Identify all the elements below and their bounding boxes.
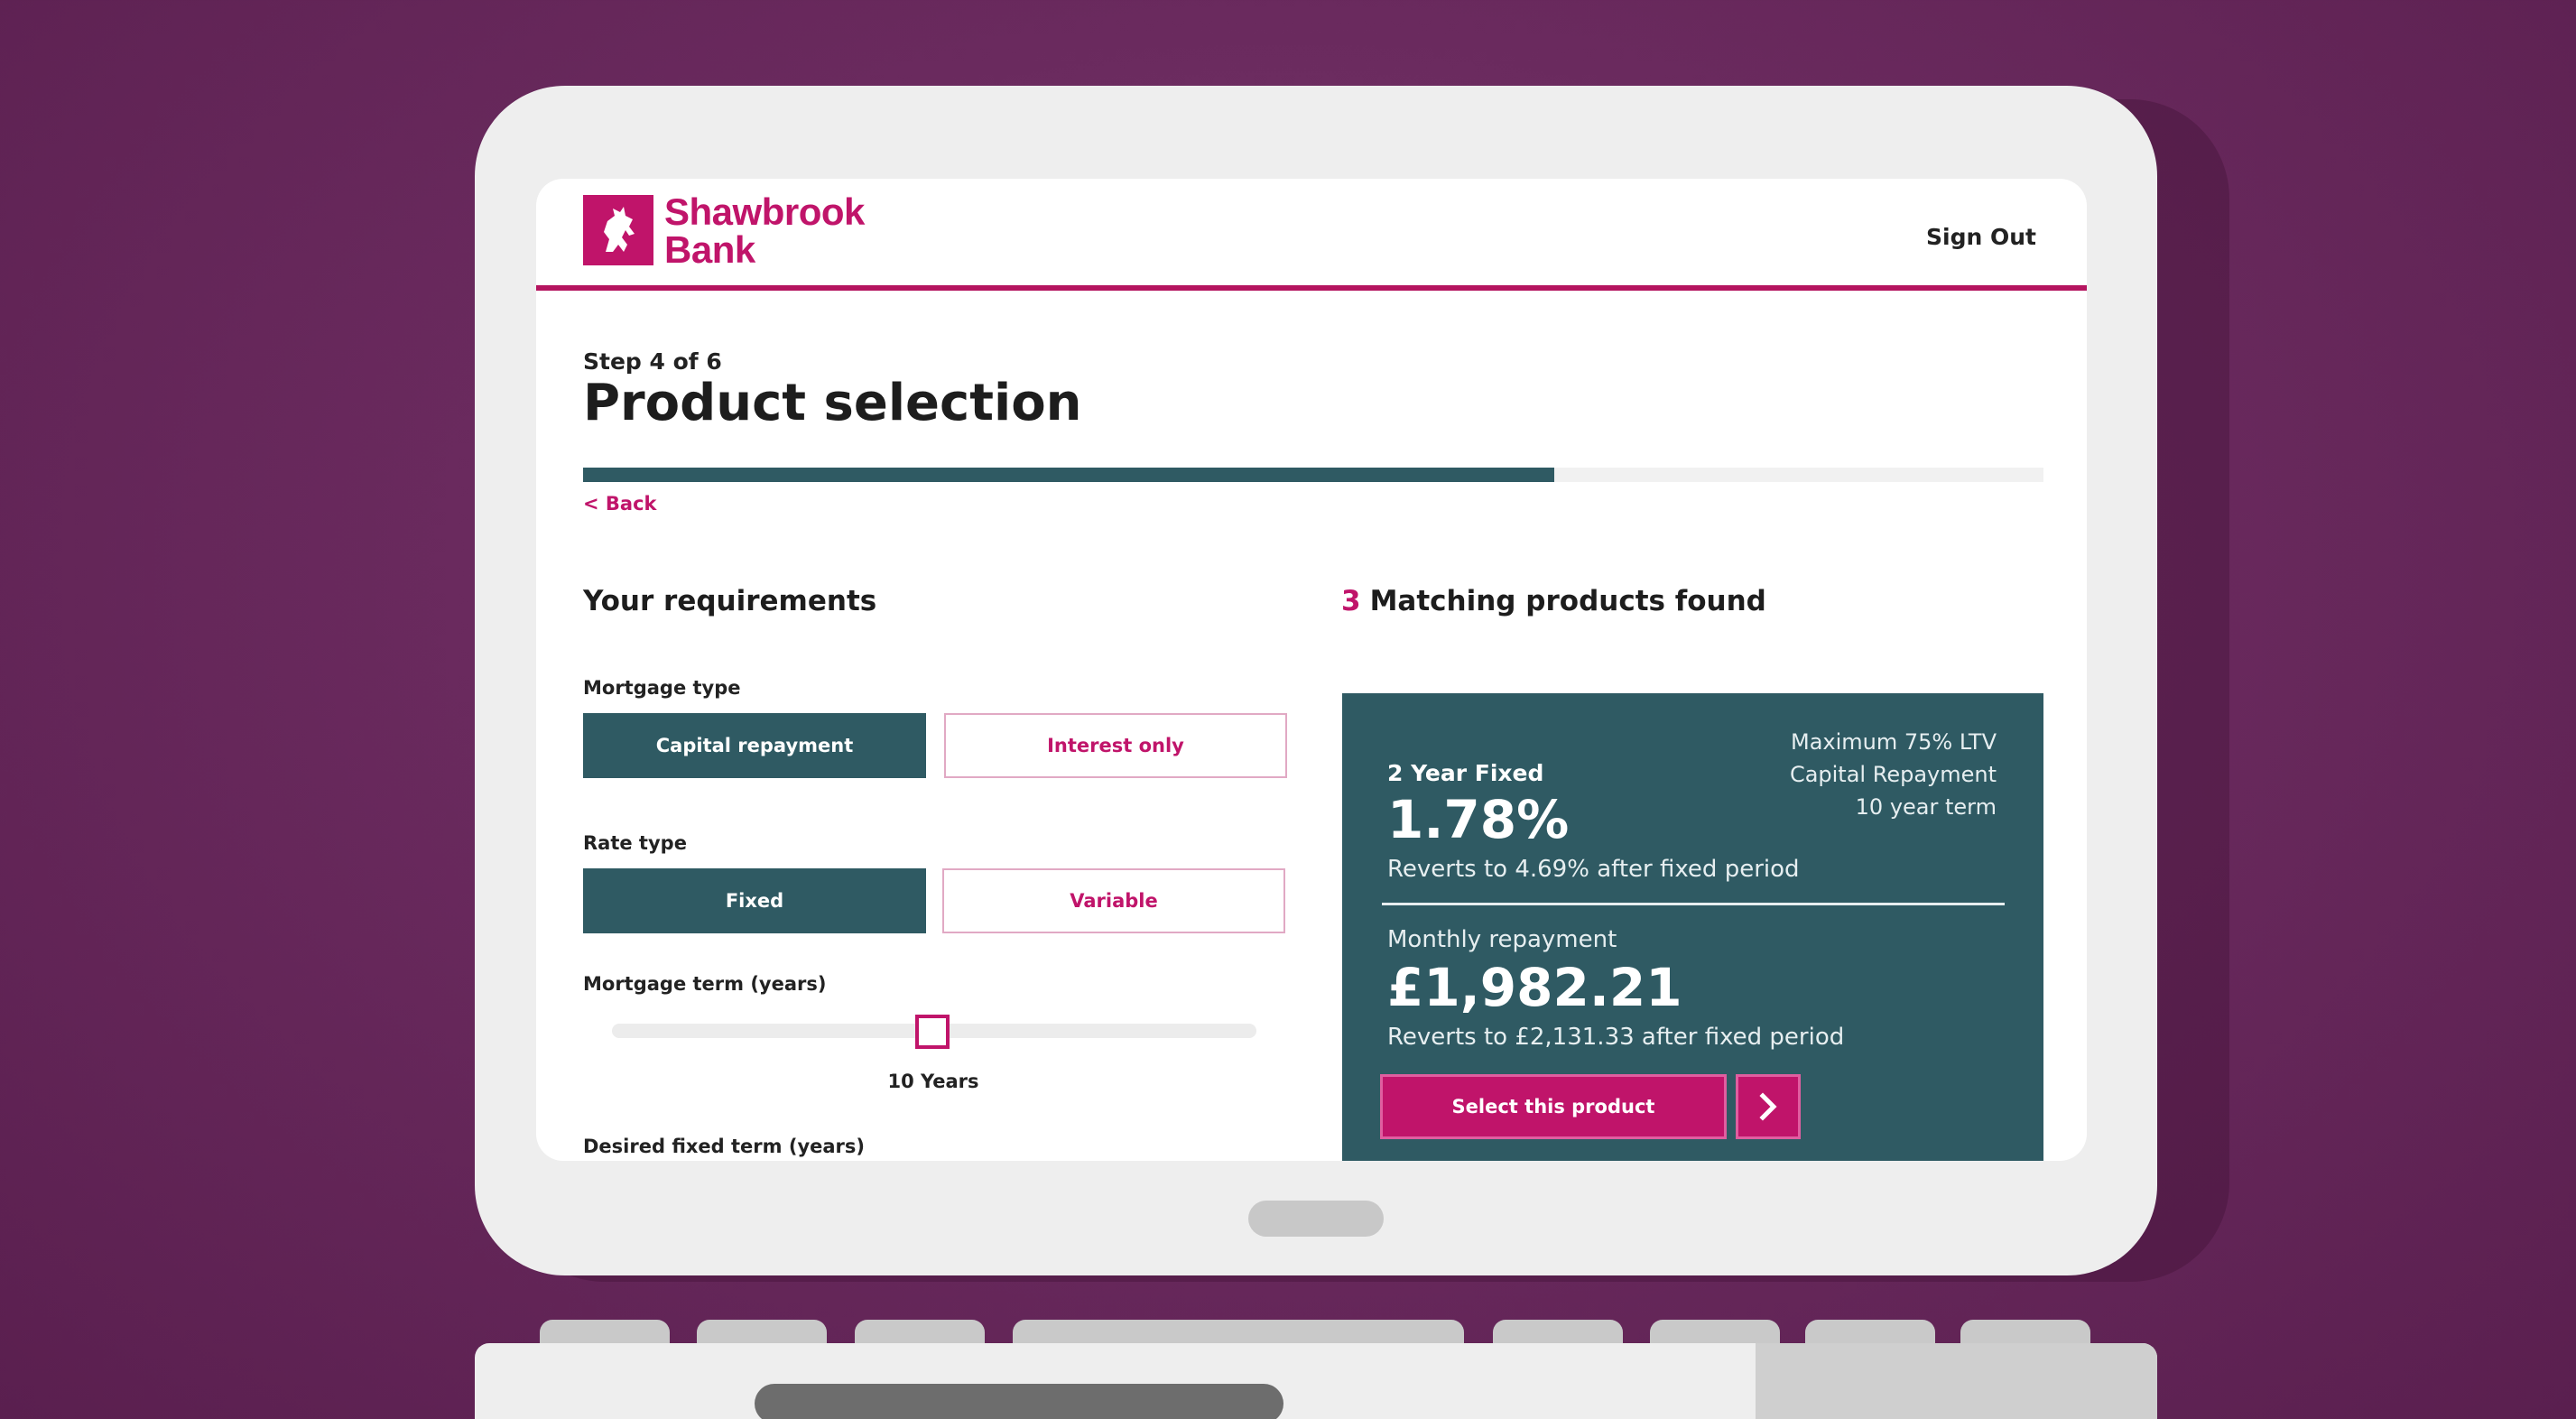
monthly-repayment-revert: Reverts to £2,131.33 after fixed period	[1387, 1024, 1845, 1051]
matching-products-heading: 3 Matching products found	[1341, 585, 1766, 617]
variable-rate-button[interactable]: Variable	[942, 868, 1285, 933]
fixed-rate-button[interactable]: Fixed	[583, 868, 926, 933]
mortgage-term-label: Mortgage term (years)	[583, 973, 827, 995]
card-divider	[1382, 903, 2005, 905]
progress-bar	[583, 468, 2043, 482]
progress-bar-fill	[583, 468, 1554, 482]
laptop-hinge	[755, 1384, 1283, 1419]
matching-products-label: Matching products found	[1369, 585, 1766, 617]
product-revert-rate: Reverts to 4.69% after fixed period	[1387, 856, 1800, 883]
mortgage-term-value: 10 Years	[887, 1071, 979, 1092]
brand-logo[interactable]: Shawbrook Bank	[664, 193, 865, 269]
page-title: Product selection	[583, 374, 1082, 432]
product-card: Maximum 75% LTV Capital Repayment 10 yea…	[1342, 693, 2043, 1161]
monthly-repayment-value: £1,982.21	[1387, 957, 1682, 1018]
requirements-heading: Your requirements	[583, 585, 877, 617]
rampant-lion-icon	[583, 195, 653, 265]
capital-repayment-button[interactable]: Capital repayment	[583, 713, 926, 778]
product-meta-repayment: Capital Repayment	[1789, 762, 1997, 787]
next-product-button[interactable]	[1736, 1074, 1801, 1139]
product-meta: Maximum 75% LTV Capital Repayment 10 yea…	[1790, 726, 1997, 823]
step-indicator: Step 4 of 6	[583, 348, 722, 375]
product-rate: 1.78%	[1387, 789, 1570, 850]
product-meta-ltv: Maximum 75% LTV	[1791, 729, 1997, 755]
mortgage-type-label: Mortgage type	[583, 677, 741, 699]
app-screen: Shawbrook Bank Sign Out Step 4 of 6 Prod…	[536, 179, 2087, 1161]
back-link[interactable]: < Back	[583, 493, 657, 515]
brand-name-line1: Shawbrook	[664, 190, 865, 233]
chevron-right-icon	[1759, 1092, 1777, 1121]
laptop-base-shade	[1756, 1343, 2157, 1419]
interest-only-button[interactable]: Interest only	[944, 713, 1287, 778]
brand-name-line2: Bank	[664, 228, 755, 271]
rate-type-label: Rate type	[583, 832, 687, 854]
product-meta-term: 10 year term	[1855, 794, 1997, 820]
monthly-repayment-label: Monthly repayment	[1387, 926, 1617, 953]
product-name: 2 Year Fixed	[1387, 760, 1544, 786]
fixed-term-label: Desired fixed term (years)	[583, 1136, 865, 1157]
top-header: Shawbrook Bank Sign Out	[536, 179, 2087, 291]
select-product-button[interactable]: Select this product	[1380, 1074, 1727, 1139]
laptop-camera-notch	[1248, 1201, 1384, 1237]
match-count: 3	[1341, 585, 1361, 617]
sign-out-link[interactable]: Sign Out	[1926, 224, 2036, 250]
mortgage-term-slider-handle[interactable]	[915, 1015, 950, 1049]
